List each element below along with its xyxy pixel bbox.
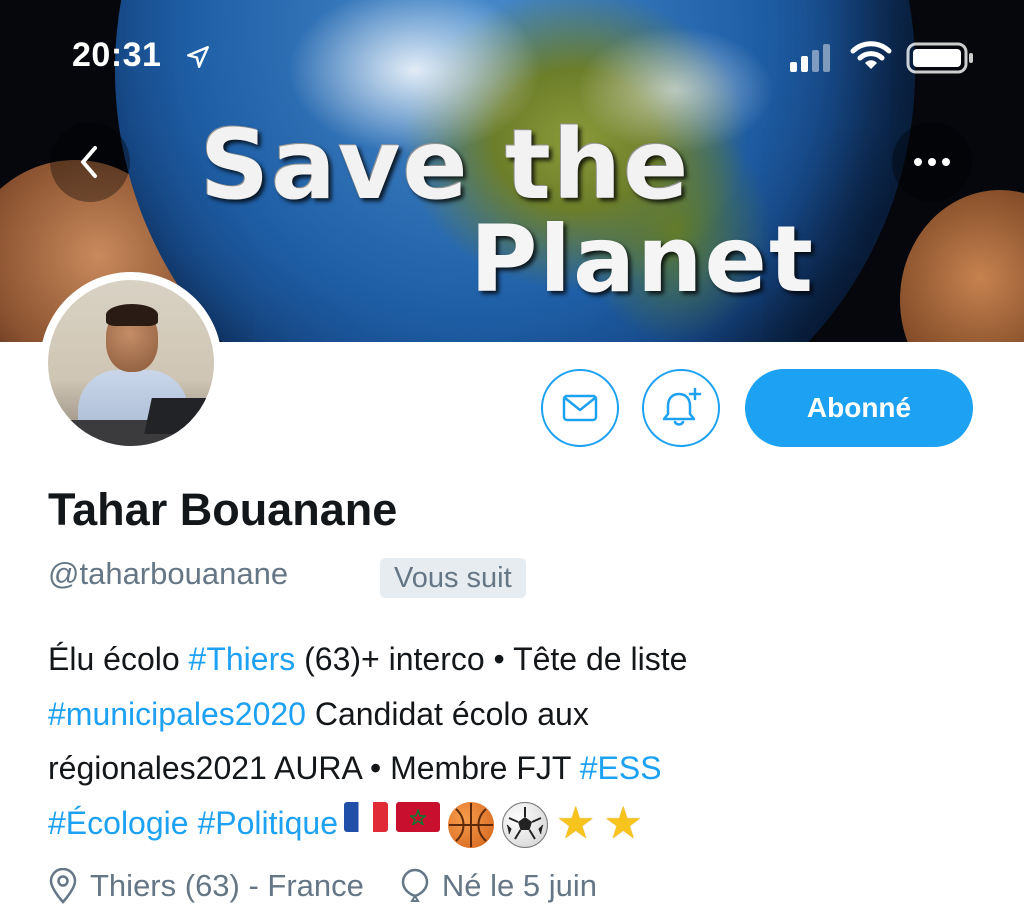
back-button[interactable] (50, 122, 130, 202)
profile-handle: @taharbouanane (48, 556, 289, 591)
profile-avatar[interactable] (40, 272, 222, 454)
basketball-lines-icon (448, 803, 493, 848)
bio-text: (63)+ interco • Tête de liste (295, 641, 688, 677)
bio-text: régionales2021 AURA • Membre FJT (48, 750, 580, 786)
basketball-icon (447, 802, 494, 849)
follows-you-badge: Vous suit (380, 558, 526, 598)
status-time: 20:31 (72, 36, 162, 74)
soccer-ball-icon (501, 802, 548, 849)
profile-name: Tahar Bouanane (48, 484, 398, 535)
notifications-button[interactable] (642, 369, 720, 447)
location-services-icon (187, 46, 209, 68)
avatar-photo-laptop (144, 398, 214, 434)
star-icon: ★ (603, 799, 643, 849)
profile-meta: Thiers (63) - France Né le 5 juin (48, 862, 597, 910)
bio-line-1: Élu écolo #Thiers (63)+ interco • Tête d… (48, 632, 988, 687)
banner-text-line2: Planet (470, 206, 815, 313)
bell-plus-icon (662, 387, 702, 426)
more-options-button[interactable] (892, 122, 972, 202)
bio-text: Élu écolo (48, 641, 189, 677)
avatar-photo (48, 280, 214, 446)
chevron-left-icon (81, 146, 97, 178)
bio-text: Candidat écolo aux (305, 695, 589, 732)
profile-location: Thiers (63) - France (90, 868, 364, 903)
following-button[interactable]: Abonné (745, 369, 973, 447)
profile-bio: Élu écolo #Thiers (63)+ interco • Tête d… (48, 632, 988, 850)
hashtag-link[interactable]: #Thiers (189, 641, 296, 677)
hashtag-link[interactable]: #ESS (580, 750, 662, 786)
hashtag-link[interactable]: #Écologie (48, 805, 189, 841)
avatar-photo-hair (106, 304, 158, 326)
bio-emojis: ★ ★ (343, 799, 643, 849)
hashtag-link[interactable]: #Politique (197, 805, 338, 841)
star-icon: ★ (555, 799, 596, 849)
flag-france-icon (343, 802, 388, 833)
message-button[interactable] (541, 369, 619, 447)
balloon-icon (401, 868, 429, 902)
battery-icon (906, 42, 973, 74)
bio-line-4: #Écologie #Politique ★ ★ (48, 796, 988, 851)
hashtag-link[interactable]: #municipales2020 (48, 696, 306, 732)
banner-text-line1: Save the (200, 109, 691, 221)
status-bar: 20:31 (0, 0, 1024, 110)
soccer-pattern-icon (506, 807, 544, 840)
bio-line-2: #municipales2020 Candidat écolo aux (48, 687, 988, 742)
profile-birthday: Né le 5 juin (441, 868, 597, 903)
envelope-icon (562, 394, 598, 422)
location-pin-icon (49, 868, 77, 904)
more-dots-icon (914, 158, 950, 166)
flag-morocco-icon (395, 802, 440, 833)
banner-hand-right (900, 190, 1024, 342)
morocco-star-icon (409, 809, 426, 826)
cellular-signal-icon (790, 44, 830, 72)
bio-line-3: régionales2021 AURA • Membre FJT #ESS (48, 741, 988, 796)
wifi-icon (850, 41, 892, 69)
